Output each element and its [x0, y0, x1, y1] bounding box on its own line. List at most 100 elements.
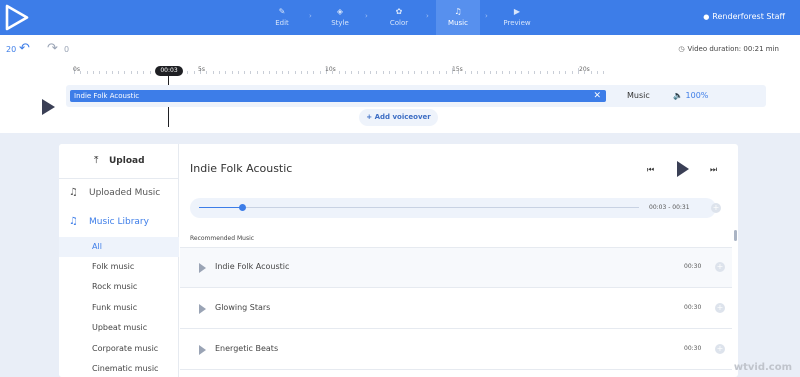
user-menu[interactable]: ● Renderforest Staff [703, 12, 785, 21]
ruler-tick [351, 71, 353, 74]
video-duration: ◷ Video duration: 00:21 min [678, 45, 779, 53]
ruler-tick [118, 71, 120, 74]
track-row[interactable]: Glowing Stars 00:30 + [180, 289, 732, 329]
ruler-tick [338, 71, 340, 74]
ruler-tick [231, 71, 233, 74]
ruler-label: 5s [198, 66, 205, 73]
upload-icon: ⤒ [94, 155, 99, 166]
ruler-tick [477, 71, 479, 74]
scrollbar[interactable] [734, 230, 737, 241]
step-edit[interactable]: ✎ Edit [262, 0, 302, 35]
ruler-tick [382, 71, 384, 74]
ruler-tick [508, 71, 510, 74]
ruler-tick [143, 71, 145, 74]
volume-control[interactable]: 🔈 100% [673, 91, 708, 100]
close-icon[interactable]: ✕ [593, 90, 601, 102]
progress-knob[interactable] [238, 204, 246, 211]
ruler-tick [464, 71, 466, 74]
ruler-tick [496, 71, 498, 74]
music-note-icon: ♫ [454, 7, 462, 16]
add-icon[interactable]: + [715, 262, 725, 272]
timeline-play-icon[interactable] [42, 99, 55, 115]
ruler-tick [515, 71, 516, 74]
add-voiceover-button[interactable]: + Add voiceover [359, 109, 438, 126]
add-icon[interactable]: + [711, 203, 721, 213]
sidebar-item-uploaded-music[interactable]: ♫ Uploaded Music [59, 179, 179, 207]
step-music[interactable]: ♫ Music [436, 0, 480, 35]
previous-track-icon[interactable]: ⏮ [647, 165, 654, 175]
ruler-tick [414, 71, 416, 74]
ruler-tick [300, 71, 302, 74]
ruler-tick [603, 71, 605, 74]
clock-icon: ◷ [678, 45, 685, 53]
timeline-ruler[interactable] [74, 66, 605, 74]
track-name: Indie Folk Acoustic [215, 262, 290, 271]
ruler-tick [92, 71, 94, 74]
ruler-tick [250, 71, 252, 74]
ruler-tick [552, 71, 554, 74]
add-icon[interactable]: + [715, 344, 725, 354]
ruler-tick [401, 71, 403, 74]
ruler-tick [395, 71, 397, 74]
next-track-icon[interactable]: ⏭ [710, 165, 717, 175]
ruler-tick [571, 71, 573, 74]
ruler-tick [269, 71, 271, 74]
upload-button[interactable]: ⤒ Upload [59, 144, 179, 179]
playback-time: 00:03 - 00:31 [649, 204, 690, 211]
category-cinematic[interactable]: Cinematic music [59, 359, 179, 377]
track-row[interactable]: Energetic Beats 00:30 + [180, 330, 732, 370]
category-corporate[interactable]: Corporate music [59, 339, 179, 359]
ruler-tick [363, 71, 365, 74]
track-name: Glowing Stars [215, 303, 271, 312]
category-folk[interactable]: Folk music [59, 257, 179, 277]
play-icon: ▶ [513, 7, 521, 16]
chevron-right-icon: › [426, 12, 429, 20]
ruler-tick [99, 71, 101, 74]
step-preview[interactable]: ▶ Preview [497, 0, 537, 35]
play-icon[interactable] [199, 263, 206, 273]
track-name: Energetic Beats [215, 344, 279, 353]
category-rock[interactable]: Rock music [59, 277, 179, 297]
track-duration: 00:30 [684, 304, 702, 311]
ruler-tick [206, 71, 208, 74]
play-icon[interactable] [199, 345, 206, 355]
add-icon[interactable]: + [715, 303, 725, 313]
ruler-tick [376, 71, 378, 74]
play-icon[interactable] [199, 304, 206, 314]
palette-icon: ✿ [395, 7, 403, 16]
category-funk[interactable]: Funk music [59, 298, 179, 318]
step-style[interactable]: ◈ Style [320, 0, 360, 35]
ruler-tick [244, 71, 246, 74]
category-upbeat[interactable]: Upbeat music [59, 318, 179, 338]
ruler-tick [533, 71, 535, 74]
playhead-time[interactable]: 00:03 [155, 66, 183, 76]
playback-progress[interactable]: 00:03 - 00:31 [190, 198, 716, 218]
undo-icon[interactable]: ↶ [19, 41, 30, 56]
ruler-tick [540, 71, 542, 74]
track-row[interactable]: Indie Folk Acoustic 00:30 + [180, 248, 732, 288]
music-card: ⤒ Upload ♫ Uploaded Music ♫ Music Librar… [59, 144, 738, 377]
ruler-tick [307, 71, 309, 74]
ruler-tick [105, 71, 107, 74]
ruler-tick [111, 71, 113, 74]
ruler-tick [344, 71, 346, 74]
progress-track[interactable] [199, 204, 639, 211]
music-clip[interactable]: Indie Folk Acoustic ✕ [70, 90, 606, 102]
ruler-tick [470, 71, 472, 74]
ruler-tick [445, 71, 447, 74]
ruler-tick [596, 71, 598, 74]
play-icon[interactable] [677, 161, 689, 177]
redo-icon[interactable]: ↷ [47, 41, 58, 56]
sidebar-item-music-library[interactable]: ♫ Music Library [59, 208, 179, 236]
ruler-tick [559, 71, 561, 74]
plus-icon: + [366, 113, 373, 121]
ruler-tick [319, 71, 321, 74]
ruler-tick [124, 71, 126, 74]
ruler-tick [187, 71, 189, 74]
app-logo-icon[interactable] [4, 4, 30, 31]
category-all[interactable]: All [59, 237, 179, 257]
clip-name: Indie Folk Acoustic [74, 92, 140, 100]
music-note-icon: ♫ [69, 187, 78, 198]
top-nav-bar: ✎ Edit › ◈ Style › ✿ Color › ♫ Music › ▶… [0, 0, 800, 35]
step-color[interactable]: ✿ Color [379, 0, 419, 35]
